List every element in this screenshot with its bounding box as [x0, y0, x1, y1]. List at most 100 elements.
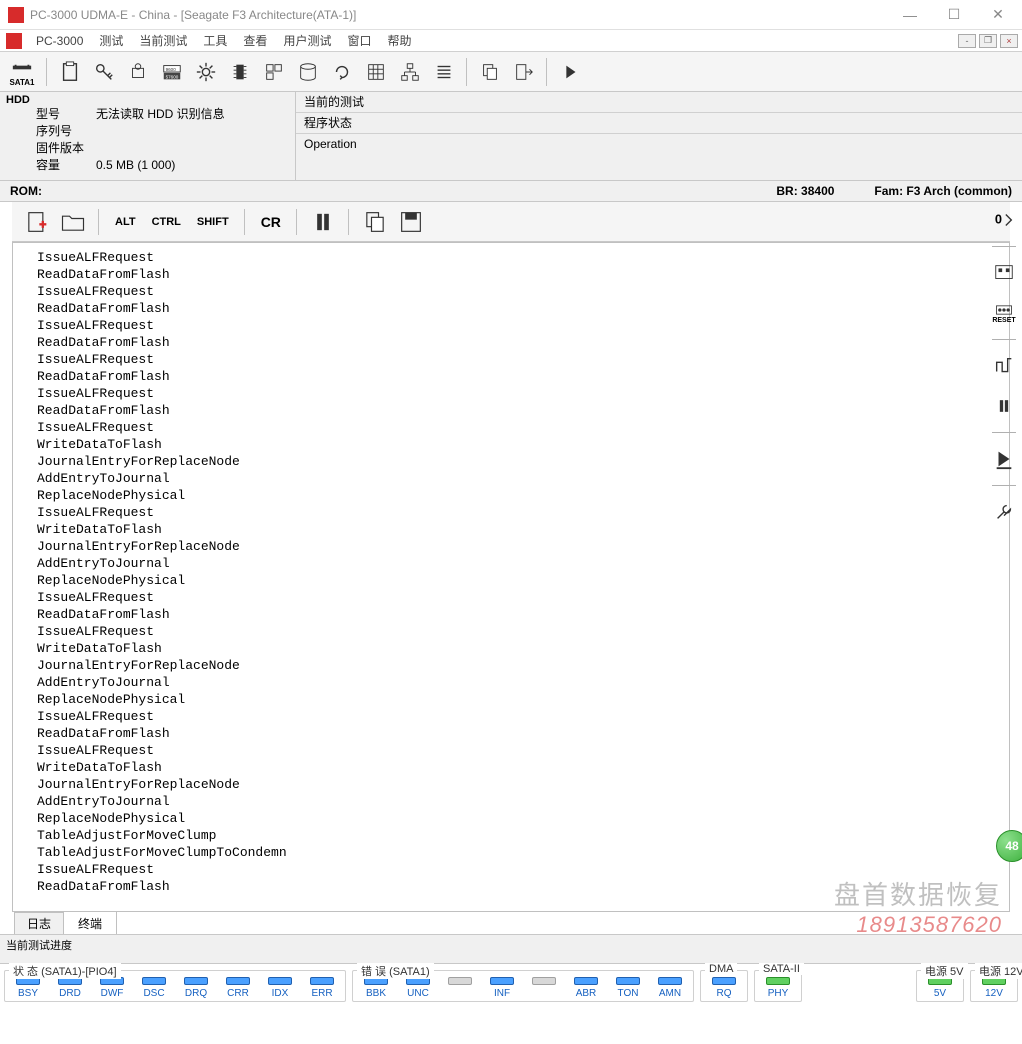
reset-icon[interactable]: RESET — [990, 299, 1018, 327]
copy-terminal-icon[interactable] — [360, 208, 390, 236]
led-drq: DRQ — [177, 977, 215, 999]
led-label: CRR — [227, 988, 249, 999]
tab-terminal[interactable]: 终端 — [63, 911, 117, 934]
tools-side-icon[interactable] — [990, 498, 1018, 526]
terminal-line: IssueALFRequest — [37, 419, 1009, 436]
terminal-line: IssueALFRequest — [37, 249, 1009, 266]
led-indicator — [268, 977, 292, 985]
led-indicator — [448, 977, 472, 985]
mdi-close-button[interactable]: × — [1000, 34, 1018, 48]
baudrate-icon[interactable]: 960057600 — [156, 56, 188, 88]
baud-rate-label: BR: 38400 — [776, 184, 834, 198]
exit-icon[interactable] — [508, 56, 540, 88]
terminal-line: IssueALFRequest — [37, 708, 1009, 725]
operation-label: Operation — [304, 137, 357, 151]
led-5v: 5V — [921, 977, 959, 999]
gear-icon[interactable] — [190, 56, 222, 88]
led-12v: 12V — [975, 977, 1013, 999]
progress-label: 当前测试进度 — [6, 937, 1016, 953]
terminal-line: ReadDataFromFlash — [37, 334, 1009, 351]
program-state-label: 程序状态 — [304, 116, 352, 130]
firmware-label: 固件版本 — [36, 140, 96, 157]
terminal-line: WriteDataToFlash — [37, 640, 1009, 657]
pause-icon[interactable] — [308, 208, 338, 236]
menu-help[interactable]: 帮助 — [379, 30, 419, 51]
key-icon[interactable] — [88, 56, 120, 88]
terminal-line: AddEntryToJournal — [37, 470, 1009, 487]
terminal-line: TableAdjustForMoveClump — [37, 827, 1009, 844]
led-label: INF — [494, 988, 510, 999]
cr-button[interactable]: CR — [256, 208, 286, 236]
save-terminal-icon[interactable] — [396, 208, 426, 236]
modules-icon[interactable] — [258, 56, 290, 88]
signal-icon[interactable] — [990, 352, 1018, 380]
menu-view[interactable]: 查看 — [235, 30, 275, 51]
menu-user-test[interactable]: 用户测试 — [275, 30, 339, 51]
terminal-line: IssueALFRequest — [37, 504, 1009, 521]
chip-icon[interactable] — [224, 56, 256, 88]
led-label: DRD — [59, 988, 81, 999]
grid-icon[interactable] — [360, 56, 392, 88]
svg-text:57600: 57600 — [166, 74, 179, 79]
led-indicator — [142, 977, 166, 985]
hdd-heading: HDD — [6, 94, 289, 106]
close-button[interactable]: ✕ — [976, 1, 1020, 29]
led-label: RQ — [717, 988, 732, 999]
alt-key-button[interactable]: ALT — [110, 208, 141, 236]
maximize-button[interactable]: ☐ — [932, 1, 976, 29]
menu-test[interactable]: 测试 — [91, 30, 131, 51]
led-label: BBK — [366, 988, 386, 999]
capacity-label: 容量 — [36, 157, 96, 174]
led-indicator — [310, 977, 334, 985]
pause-side-icon[interactable] — [990, 392, 1018, 420]
terminal-line: AddEntryToJournal — [37, 793, 1009, 810]
refresh-icon[interactable] — [326, 56, 358, 88]
led-abr: ABR — [567, 977, 605, 999]
play-down-icon[interactable] — [990, 445, 1018, 473]
terminal-line: IssueALFRequest — [37, 742, 1009, 759]
open-folder-icon[interactable] — [58, 208, 88, 236]
led-label: ABR — [576, 988, 597, 999]
led-label: BSY — [18, 988, 38, 999]
power-icon[interactable] — [122, 56, 154, 88]
terminal-line: ReplaceNodePhysical — [37, 810, 1009, 827]
menu-current-test[interactable]: 当前测试 — [131, 30, 195, 51]
status-bar: 状 态 (SATA1)-[PIO4] BSYDRDDWFDSCDRQCRRIDX… — [0, 964, 1022, 1002]
board-icon[interactable] — [990, 259, 1018, 287]
led-indicator — [712, 977, 736, 985]
tab-log[interactable]: 日志 — [14, 912, 64, 934]
led-indicator — [658, 977, 682, 985]
menu-app[interactable]: PC-3000 — [28, 32, 91, 50]
play-icon[interactable] — [554, 56, 586, 88]
ctrl-key-button[interactable]: CTRL — [147, 208, 186, 236]
mdi-restore-button[interactable]: ❐ — [979, 34, 997, 48]
tree-icon[interactable] — [394, 56, 426, 88]
state-group-label: 状 态 (SATA1)-[PIO4] — [9, 963, 121, 979]
terminal-output[interactable]: IssueALFRequestReadDataFromFlashIssueALF… — [13, 243, 1009, 911]
copy-icon[interactable] — [474, 56, 506, 88]
shift-key-button[interactable]: SHIFT — [192, 208, 234, 236]
main-toolbar: SATA1 960057600 — [0, 52, 1022, 92]
menu-window[interactable]: 窗口 — [339, 30, 379, 51]
led-label: DRQ — [185, 988, 207, 999]
power-toggle-icon[interactable]: 0 — [990, 206, 1018, 234]
database-icon[interactable] — [292, 56, 324, 88]
terminal-line: IssueALFRequest — [37, 317, 1009, 334]
svg-text:0: 0 — [995, 212, 1002, 227]
sata-port-button[interactable]: SATA1 — [4, 56, 40, 88]
terminal-line: JournalEntryForReplaceNode — [37, 538, 1009, 555]
terminal-line: ReplaceNodePhysical — [37, 487, 1009, 504]
serial-label: 序列号 — [36, 123, 96, 140]
list-icon[interactable] — [428, 56, 460, 88]
minimize-button[interactable]: — — [888, 1, 932, 29]
terminal-line: IssueALFRequest — [37, 351, 1009, 368]
led-blank — [441, 977, 479, 999]
terminal-line: ReadDataFromFlash — [37, 878, 1009, 895]
new-file-icon[interactable] — [22, 208, 52, 236]
led-inf: INF — [483, 977, 521, 999]
terminal-container: IssueALFRequestReadDataFromFlashIssueALF… — [12, 242, 1010, 912]
clipboard-icon[interactable] — [54, 56, 86, 88]
mdi-minimize-button[interactable]: - — [958, 34, 976, 48]
led-indicator — [616, 977, 640, 985]
menu-tools[interactable]: 工具 — [195, 30, 235, 51]
